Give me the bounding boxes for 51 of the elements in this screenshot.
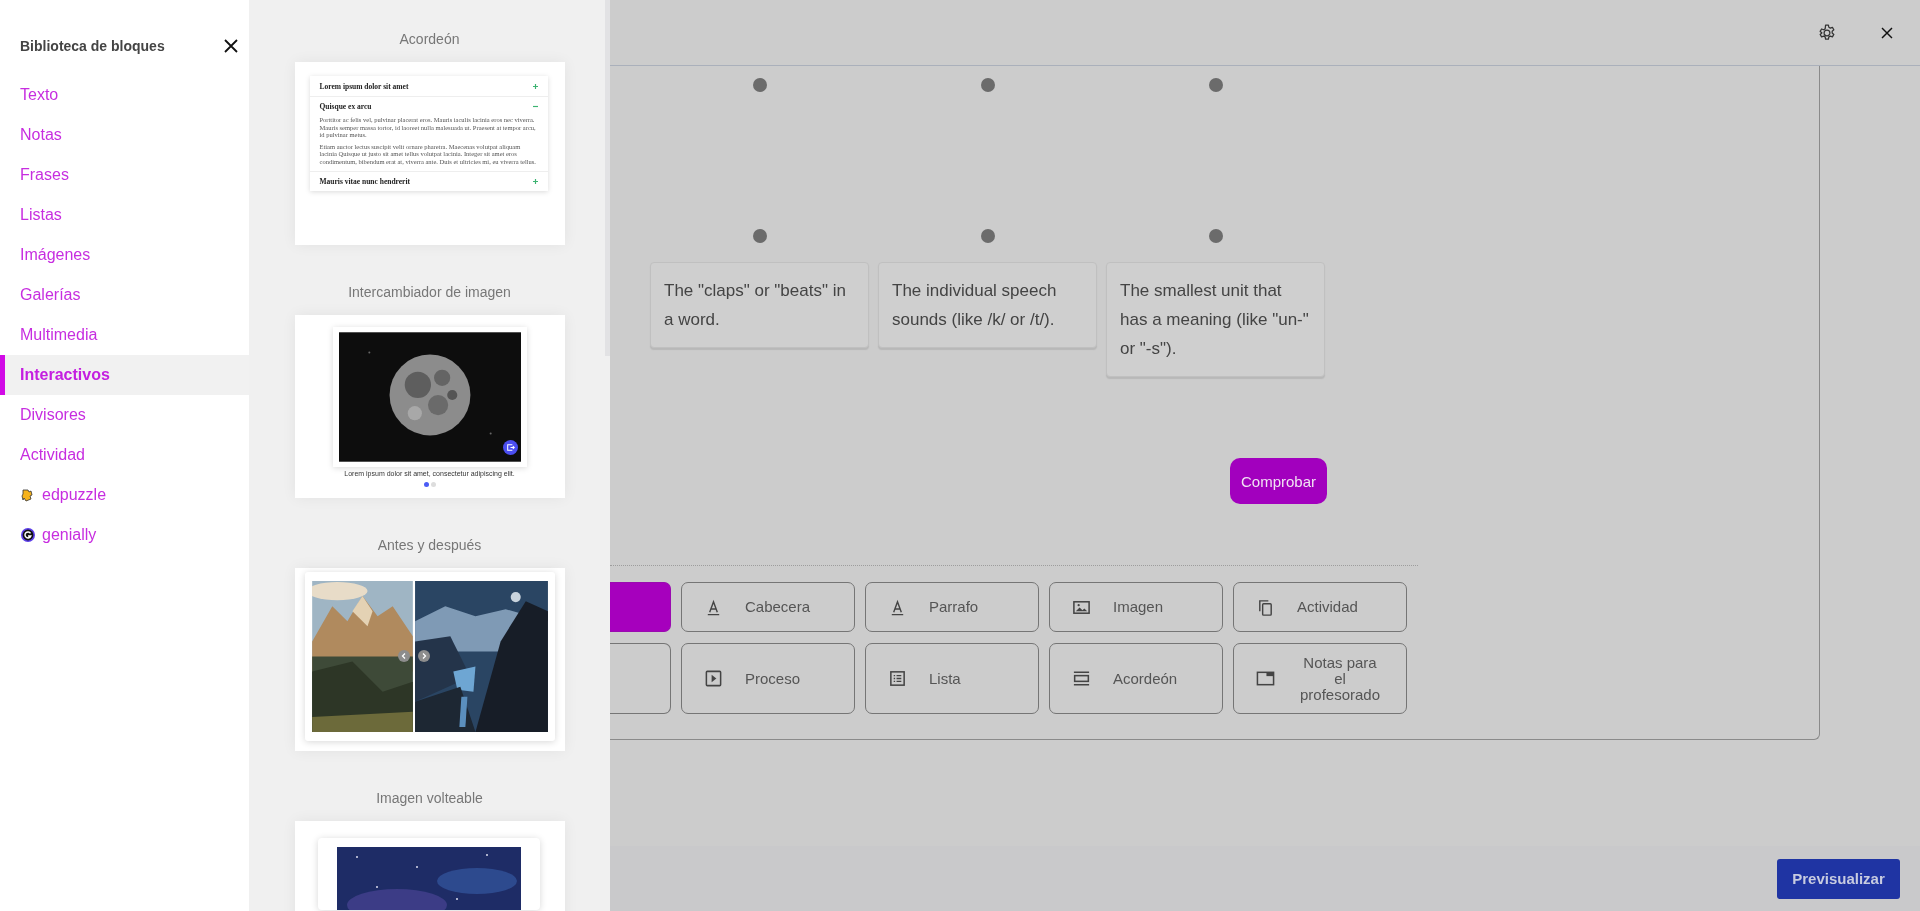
sidebar-item[interactable]: Frases — [0, 155, 249, 195]
sidebar-item[interactable]: edpuzzle — [0, 475, 249, 515]
list-icon — [888, 669, 907, 688]
block-button[interactable]: Cabecera — [681, 582, 855, 632]
chevron-right-icon[interactable] — [417, 650, 430, 662]
template-title: Intercambiador de imagen — [348, 283, 511, 302]
connector-dot[interactable] — [1208, 78, 1223, 92]
sidebar-item[interactable]: Divisores — [0, 395, 249, 435]
scrollbar-thumb[interactable] — [605, 0, 610, 356]
sidebar-item[interactable]: Interactivos — [0, 355, 249, 395]
carousel-dot[interactable] — [430, 482, 436, 487]
puzzle-icon — [20, 487, 36, 503]
block-button[interactable]: Imagen — [1049, 582, 1223, 632]
chevron-left-icon[interactable] — [397, 650, 410, 662]
block-button[interactable]: Actividad — [1233, 582, 1407, 632]
carousel-dot[interactable] — [423, 482, 429, 487]
block-button[interactable]: Parrafo — [865, 582, 1039, 632]
sidebar-item[interactable]: Notas — [0, 115, 249, 155]
sidebar-item[interactable]: Imágenes — [0, 235, 249, 275]
ring-logo-icon — [20, 527, 36, 543]
template-title: Antes y después — [377, 536, 482, 555]
sidebar-item[interactable]: Actividad — [0, 435, 249, 475]
connector-dot[interactable] — [752, 78, 767, 92]
sidebar-item[interactable]: Listas — [0, 195, 249, 235]
close-icon[interactable] — [223, 38, 239, 54]
answer-card[interactable]: The smallest unit that has a meaning (like "un-" or "-s"). — [1106, 262, 1325, 377]
sidebar-item[interactable]: Multimedia — [0, 315, 249, 355]
play-box-icon — [704, 669, 723, 688]
connector-dot[interactable] — [980, 229, 995, 243]
sidebar-item[interactable]: Texto — [0, 75, 249, 115]
connector-dot[interactable] — [752, 229, 767, 243]
preview-button[interactable]: Previsualizar — [1777, 858, 1900, 899]
block-button[interactable] — [610, 643, 671, 714]
block-button[interactable]: Notas para el profesorado — [1233, 643, 1407, 714]
window-icon — [1256, 669, 1275, 688]
connector-dot[interactable] — [1208, 229, 1223, 243]
accordion-icon — [1072, 669, 1091, 688]
settings-icon[interactable] — [1817, 22, 1837, 43]
block-button[interactable]: Lista — [865, 643, 1039, 714]
sidebar-title: Biblioteca de bloques — [20, 38, 165, 54]
sidebar-item[interactable]: genially — [0, 515, 249, 555]
copy-icon — [1256, 597, 1275, 617]
connector-dot[interactable] — [980, 78, 995, 92]
answer-card[interactable]: The individual speech sounds (like /k/ or /t/). — [878, 262, 1097, 348]
template-title: Imagen volteable — [376, 789, 483, 808]
answer-card[interactable]: The "claps" or "beats" in a word. — [650, 262, 869, 348]
template-title: Acordeón — [399, 30, 460, 49]
sidebar-item[interactable]: Galerías — [0, 275, 249, 315]
check-button[interactable]: Comprobar — [1230, 458, 1327, 504]
block-button[interactable]: Proceso — [681, 643, 855, 714]
block-button[interactable]: Acordeón — [1049, 643, 1223, 714]
